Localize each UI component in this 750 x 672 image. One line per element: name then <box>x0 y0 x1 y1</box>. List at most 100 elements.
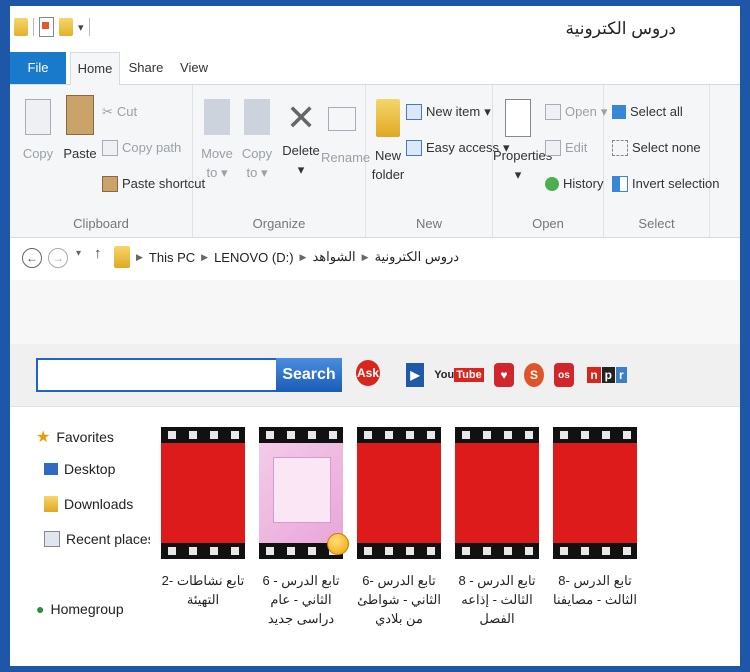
history-button[interactable]: History <box>545 173 603 195</box>
new-item-button[interactable]: New item ▾ <box>406 101 491 123</box>
back-icon[interactable]: ← <box>22 248 42 268</box>
rename-label: Rename <box>321 150 371 165</box>
video-file-icon <box>357 427 441 559</box>
nav-downloads[interactable]: Downloads <box>44 496 133 512</box>
video-file-icon <box>553 427 637 559</box>
homegroup-icon: ● <box>36 601 45 617</box>
select-all-icon <box>612 105 626 119</box>
select-group-label: Select <box>638 216 675 231</box>
paste-button[interactable]: Paste <box>60 95 100 163</box>
open-group: Properties ▾ Open ▾ Edit History Open <box>493 85 607 237</box>
npr-logo-icon[interactable]: npr <box>586 363 628 387</box>
move-to-icon <box>204 99 230 135</box>
properties-icon[interactable] <box>39 17 54 37</box>
edit-icon <box>545 140 561 156</box>
move-to-label-2: to <box>206 165 218 180</box>
rename-icon <box>328 107 356 131</box>
breadcrumb[interactable]: ▶ This PC ▶ LENOVO (D:) ▶ الشواهد ▶ دروس… <box>136 249 459 265</box>
clipboard-icon <box>66 95 94 135</box>
nav-desktop-label: Desktop <box>64 461 116 477</box>
nav-recent-label: Recent places <box>66 531 155 547</box>
file-item[interactable]: تابع الدرس -6 الثاني - شواطئ من بلادي <box>352 427 446 628</box>
video-frame <box>553 443 637 543</box>
crumb-this-pc[interactable]: This PC <box>149 250 195 265</box>
select-none-icon <box>612 140 628 156</box>
rename-button[interactable]: Rename <box>321 99 370 167</box>
history-label: History <box>563 176 604 191</box>
youtube-logo-icon[interactable]: You Tube <box>434 363 484 387</box>
file-item[interactable]: تابع الدرس -8 الثالث - مصايفنا <box>548 427 642 609</box>
file-item[interactable]: تابع الدرس - 8 الثالث - إذاعه الفصل <box>450 427 544 628</box>
quick-access-toolbar: ▾ <box>14 14 90 40</box>
film-holes <box>161 427 245 443</box>
copy-to-icon <box>244 99 270 135</box>
edit-button[interactable]: Edit <box>545 137 587 159</box>
folder-icon <box>14 18 28 36</box>
tab-home[interactable]: Home <box>70 52 120 86</box>
navigation-pane: ★ Favorites Desktop Downloads Recent pla… <box>10 407 155 666</box>
recent-locations-icon[interactable]: ▾ <box>76 248 81 259</box>
open-label: Open <box>565 104 597 119</box>
select-group: Select all Select none Invert selection … <box>604 85 719 237</box>
cut-button[interactable]: ✂ Cut <box>102 101 137 123</box>
nav-favorites-label: Favorites <box>56 429 114 445</box>
search-button[interactable]: Search <box>276 358 342 392</box>
paste-shortcut-button[interactable]: Paste shortcut <box>102 173 205 195</box>
file-item[interactable]: تابع نشاطات -2 التهيئة <box>156 427 250 609</box>
new-folder-button[interactable]: New folder <box>370 99 406 184</box>
film-holes <box>455 543 539 559</box>
iheart-icon[interactable]: ♥ <box>494 363 514 387</box>
delete-button[interactable]: ✕ Delete ▾ <box>281 99 321 179</box>
video-frame <box>455 443 539 543</box>
copy-to-button[interactable]: Copy to ▾ <box>239 99 275 182</box>
file-name: تابع الدرس - 6 الثاني - عام دراسى جديد <box>262 573 340 626</box>
open-group-label: Open <box>532 216 564 231</box>
file-item[interactable]: تابع الدرس - 6 الثاني - عام دراسى جديد <box>254 427 349 628</box>
search-input[interactable] <box>36 358 276 392</box>
address-bar: ← → ▾ ↑ ▶ This PC ▶ LENOVO (D:) ▶ الشواه… <box>10 238 740 280</box>
file-name: تابع نشاطات -2 التهيئة <box>161 573 245 607</box>
nav-homegroup[interactable]: ● Homegroup <box>36 601 124 617</box>
copy-button[interactable]: Copy <box>18 99 58 163</box>
open-button[interactable]: Open ▾ <box>545 101 607 123</box>
properties-label: Properties <box>493 148 553 163</box>
file-name: تابع الدرس -6 الثاني - شواطئ من بلادي <box>357 573 441 626</box>
tab-view[interactable]: View <box>174 52 214 84</box>
nav-favorites[interactable]: ★ Favorites <box>36 427 114 447</box>
radio-icon[interactable]: os <box>554 363 574 387</box>
invert-selection-button[interactable]: Invert selection <box>612 173 719 195</box>
up-arrow-icon[interactable]: ↑ <box>94 245 102 262</box>
music-service-icon[interactable]: S <box>524 363 544 387</box>
chevron-right-icon: ▶ <box>361 251 369 262</box>
media-player-icon[interactable]: ▶ <box>406 363 424 387</box>
select-none-button[interactable]: Select none <box>612 137 701 159</box>
copy-path-button[interactable]: Copy path <box>102 137 181 159</box>
title-bar: ▾ دروس الكترونية <box>10 6 740 52</box>
select-all-button[interactable]: Select all <box>612 101 683 123</box>
move-to-button[interactable]: Move to ▾ <box>199 99 235 182</box>
organize-group-label: Organize <box>252 216 306 231</box>
tab-share[interactable]: Share <box>124 52 168 84</box>
copy-to-label: Copy <box>241 146 273 161</box>
crumb-drive[interactable]: LENOVO (D:) <box>214 250 293 265</box>
film-holes <box>553 543 637 559</box>
tab-file[interactable]: File <box>10 52 66 84</box>
search-toolbar: Search Ask ▶ You Tube ♥ S os npr <box>10 344 740 407</box>
crumb-folder-2[interactable]: دروس الكترونية <box>375 249 459 265</box>
film-holes <box>357 543 441 559</box>
nav-recent-places[interactable]: Recent places <box>44 531 155 547</box>
new-folder-label-2: folder <box>371 167 405 182</box>
video-frame <box>161 443 245 543</box>
forward-icon[interactable]: → <box>48 248 68 268</box>
ask-logo-icon[interactable]: Ask <box>356 360 380 386</box>
properties-button[interactable]: Properties ▾ <box>493 99 552 184</box>
crumb-folder-1[interactable]: الشواهد <box>312 249 355 265</box>
nav-desktop[interactable]: Desktop <box>44 461 115 477</box>
video-frame <box>357 443 441 543</box>
new-folder-icon[interactable] <box>59 18 73 36</box>
customize-toolbar-icon[interactable]: ▾ <box>78 21 84 34</box>
cut-label: Cut <box>116 104 138 119</box>
new-item-label: New item <box>426 104 481 119</box>
nav-homegroup-label: Homegroup <box>50 601 124 617</box>
explorer-window: ▾ دروس الكترونية File Home Share View Co… <box>10 6 740 666</box>
